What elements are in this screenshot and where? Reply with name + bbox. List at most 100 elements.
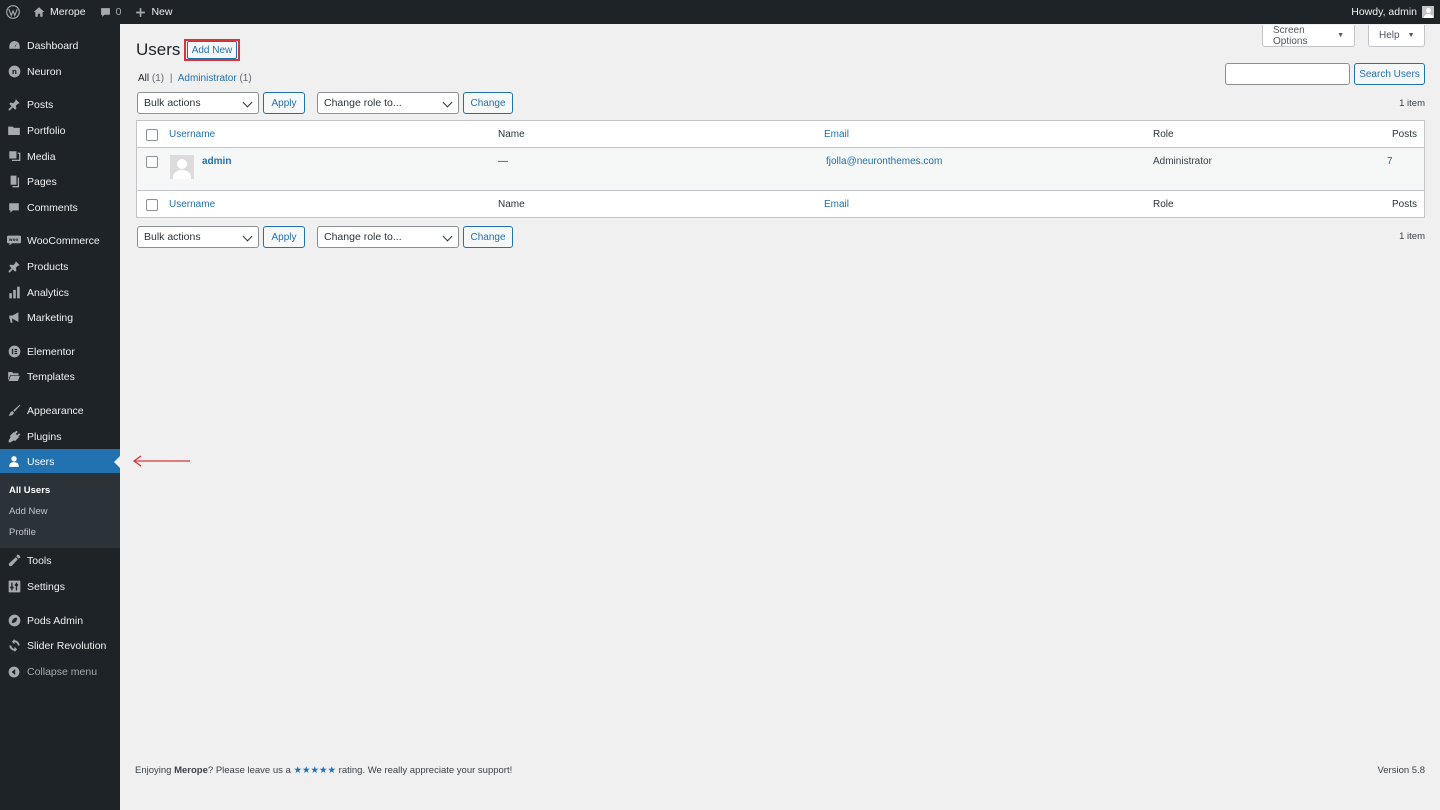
username-link[interactable]: admin (202, 156, 231, 167)
menu-item-pods-admin[interactable]: Pods Admin (0, 608, 120, 633)
user-email-link[interactable]: fjolla@neuronthemes.com (826, 156, 942, 167)
pin-icon (7, 260, 21, 274)
column-name: Name (498, 129, 525, 140)
menu-item-tools[interactable]: Tools (0, 548, 120, 573)
help-button[interactable]: Help ▼ (1368, 25, 1425, 47)
menu-label: Portfolio (27, 124, 66, 137)
column-username[interactable]: Username (169, 199, 215, 210)
menu-item-analytics[interactable]: Analytics (0, 280, 120, 305)
admin-bar: Merope 0 New Howdy, admin (0, 0, 1440, 24)
new-content-link[interactable]: New (128, 0, 179, 24)
menu-item-neuron[interactable]: n Neuron (0, 59, 120, 84)
menu-item-dashboard[interactable]: Dashboard (0, 33, 120, 58)
sliders-icon (7, 580, 21, 594)
menu-item-settings[interactable]: Settings (0, 574, 120, 599)
submenu-add-new[interactable]: Add New (9, 506, 48, 517)
menu-item-comments[interactable]: Comments (0, 195, 120, 220)
collapse-menu-button[interactable]: Collapse menu (0, 659, 120, 684)
apply-button-bottom[interactable]: Apply (263, 226, 305, 248)
column-email[interactable]: Email (824, 199, 849, 210)
pin-icon (7, 98, 21, 112)
chevron-down-icon (242, 231, 253, 242)
menu-item-templates[interactable]: Templates (0, 364, 120, 389)
change-role-value: Change role to... (324, 97, 402, 109)
menu-label: Templates (27, 370, 75, 383)
add-new-button[interactable]: Add New (187, 41, 237, 59)
menu-item-media[interactable]: Media (0, 144, 120, 169)
rating-stars-link[interactable]: ★★★★★ (293, 765, 336, 776)
user-avatar (170, 155, 194, 179)
menu-item-plugins[interactable]: Plugins (0, 424, 120, 449)
menu-item-products[interactable]: Products (0, 254, 120, 279)
change-button-bottom[interactable]: Change (463, 226, 513, 248)
column-posts: Posts (1391, 199, 1417, 210)
column-role: Role (1153, 199, 1174, 210)
search-users-button[interactable]: Search Users (1354, 63, 1425, 85)
wordpress-logo-icon[interactable] (0, 0, 26, 24)
brush-icon (7, 404, 21, 418)
menu-item-pages[interactable]: Pages (0, 169, 120, 194)
menu-item-posts[interactable]: Posts (0, 92, 120, 117)
change-role-value: Change role to... (324, 231, 402, 243)
table-row: admin — fjolla@neuronthemes.com Administ… (137, 148, 1424, 190)
menu-item-woocommerce[interactable]: woo WooCommerce (0, 228, 120, 253)
bar-chart-icon (7, 286, 21, 300)
submenu-profile[interactable]: Profile (9, 527, 36, 538)
caret-down-icon: ▼ (1407, 32, 1415, 39)
elementor-icon (7, 345, 21, 359)
row-checkbox[interactable] (146, 156, 158, 168)
filter-separator: | (169, 73, 173, 84)
menu-item-appearance[interactable]: Appearance (0, 398, 120, 423)
filter-administrator[interactable]: Administrator (178, 73, 237, 84)
comments-count: 0 (115, 6, 122, 18)
menu-label: Media (27, 150, 56, 163)
change-button[interactable]: Change (463, 92, 513, 114)
menu-label: Pages (27, 175, 57, 188)
screen-options-label: Screen Options (1273, 24, 1308, 47)
menu-item-marketing[interactable]: Marketing (0, 305, 120, 330)
folder-icon (7, 124, 21, 138)
bulk-actions-value: Bulk actions (144, 231, 201, 243)
submenu-all-users[interactable]: All Users (9, 485, 50, 496)
menu-label: Appearance (27, 404, 84, 417)
comment-icon (7, 201, 21, 215)
bulk-actions-select[interactable]: Bulk actions (137, 92, 259, 114)
bulk-actions-select-bottom[interactable]: Bulk actions (137, 226, 259, 248)
site-name-link[interactable]: Merope (26, 0, 93, 24)
chevron-down-icon (442, 231, 453, 242)
apply-button[interactable]: Apply (263, 92, 305, 114)
search-input[interactable] (1225, 63, 1350, 85)
menu-label: Posts (27, 98, 54, 111)
filter-all[interactable]: All (138, 73, 149, 84)
my-account[interactable]: Howdy, admin (1344, 0, 1440, 24)
avatar (1422, 6, 1434, 18)
bulk-actions-value: Bulk actions (144, 97, 201, 109)
plug-icon (7, 430, 21, 444)
refresh-icon (7, 639, 21, 653)
dashboard-icon (7, 39, 21, 53)
change-role-select[interactable]: Change role to... (317, 92, 459, 114)
menu-item-portfolio[interactable]: Portfolio (0, 118, 120, 143)
menu-label: Products (27, 260, 69, 273)
select-all-checkbox[interactable] (146, 199, 158, 211)
change-role-select-bottom[interactable]: Change role to... (317, 226, 459, 248)
column-email[interactable]: Email (824, 129, 849, 140)
column-role: Role (1153, 129, 1174, 140)
page-title: Users (136, 40, 181, 59)
user-posts-link[interactable]: 7 (1387, 156, 1393, 167)
comments-link[interactable]: 0 (93, 0, 129, 24)
menu-item-elementor[interactable]: Elementor (0, 339, 120, 364)
menu-label: Settings (27, 580, 65, 593)
footer-text: Enjoying Merope? Please leave us a ★★★★★… (135, 765, 512, 776)
users-table: Username Name Email Role Posts admin — f… (136, 120, 1425, 218)
caret-down-icon: ▼ (1337, 32, 1344, 39)
neuron-icon: n (7, 65, 21, 79)
column-username[interactable]: Username (169, 129, 215, 140)
screen-options-button[interactable]: Screen Options ▼ (1262, 25, 1355, 47)
menu-item-users[interactable]: Users (0, 449, 120, 474)
menu-label: Collapse menu (27, 665, 98, 678)
pages-icon (7, 175, 21, 189)
menu-label: Marketing (27, 311, 74, 324)
select-all-checkbox[interactable] (146, 129, 158, 141)
menu-item-slider-revolution[interactable]: Slider Revolution (0, 633, 120, 658)
